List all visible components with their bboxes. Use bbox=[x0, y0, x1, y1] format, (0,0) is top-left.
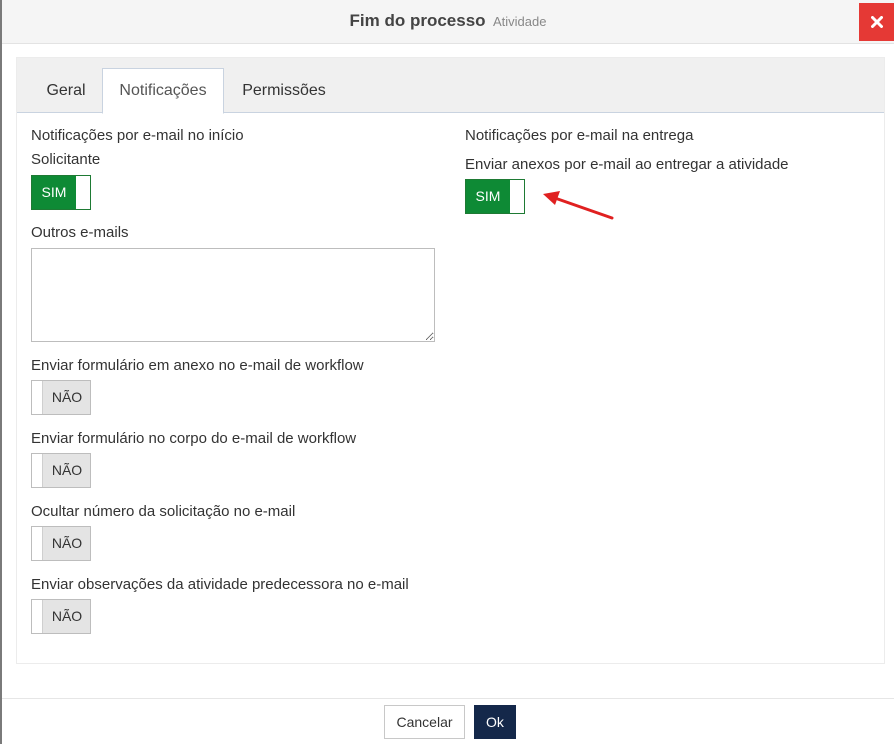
dialog-title: Fim do processo bbox=[349, 11, 486, 30]
observacoes-toggle[interactable]: NÃO bbox=[31, 599, 91, 634]
observacoes-label: Enviar observações da atividade predeces… bbox=[31, 576, 409, 593]
toggle-state-text: NÃO bbox=[51, 389, 83, 405]
anexos-entrega-label: Enviar anexos por e-mail ao entregar a a… bbox=[465, 156, 789, 173]
form-corpo-label: Enviar formulário no corpo do e-mail de … bbox=[31, 430, 357, 447]
toggle-state-text: SIM bbox=[475, 188, 501, 204]
close-icon bbox=[870, 16, 883, 28]
dialog-title-group: Fim do processo Atividade bbox=[2, 11, 894, 31]
outros-emails-label: Outros e-mails bbox=[31, 224, 129, 241]
background-window-edge bbox=[0, 0, 2, 744]
footer-divider bbox=[2, 698, 894, 699]
toggle-knob bbox=[32, 527, 43, 560]
outros-emails-textarea[interactable] bbox=[31, 248, 435, 342]
tab-geral[interactable]: Geral bbox=[31, 68, 101, 113]
form-anexo-toggle[interactable]: NÃO bbox=[31, 380, 91, 415]
anexos-entrega-toggle[interactable]: SIM bbox=[465, 179, 525, 214]
form-anexo-label: Enviar formulário em anexo no e-mail de … bbox=[31, 357, 364, 374]
solicitante-label: Solicitante bbox=[31, 151, 101, 168]
ocultar-numero-label: Ocultar número da solicitação no e-mail bbox=[31, 503, 296, 520]
delivery-notifications-heading: Notificações por e-mail na entrega bbox=[465, 127, 694, 144]
toggle-state-text: NÃO bbox=[51, 608, 83, 624]
ocultar-numero-toggle[interactable]: NÃO bbox=[31, 526, 91, 561]
start-notifications-heading: Notificações por e-mail no início bbox=[31, 127, 244, 144]
solicitante-toggle[interactable]: SIM bbox=[31, 175, 91, 210]
annotation-arrow-icon bbox=[543, 191, 614, 220]
toggle-knob bbox=[32, 454, 43, 487]
toggle-state-text: NÃO bbox=[51, 535, 83, 551]
toggle-knob bbox=[32, 381, 43, 414]
tab-notificacoes[interactable]: Notificações bbox=[102, 68, 224, 114]
tab-bar: Geral Notificações Permissões bbox=[17, 58, 884, 114]
close-button[interactable] bbox=[859, 3, 894, 41]
dialog-subtitle: Atividade bbox=[493, 14, 547, 29]
toggle-state-text: NÃO bbox=[51, 462, 83, 478]
toggle-state-text: SIM bbox=[41, 184, 67, 200]
ok-button[interactable]: Ok bbox=[474, 705, 516, 739]
cancel-button[interactable]: Cancelar bbox=[384, 705, 465, 739]
form-corpo-toggle[interactable]: NÃO bbox=[31, 453, 91, 488]
dialog-header: Fim do processo Atividade bbox=[2, 0, 894, 44]
tab-permissoes[interactable]: Permissões bbox=[229, 68, 339, 113]
toggle-knob bbox=[32, 600, 43, 633]
